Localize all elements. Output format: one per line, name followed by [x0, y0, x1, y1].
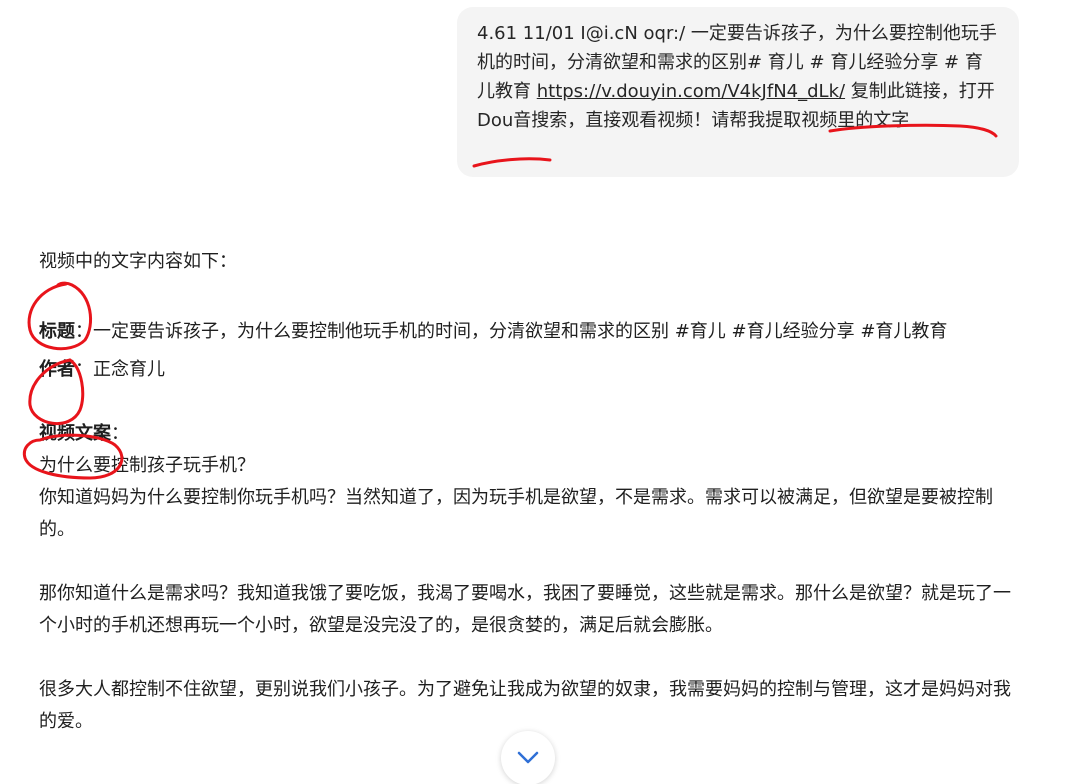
user-message-bubble: 4.61 11/01 I@i.cN oqr:/ 一定要告诉孩子，为什么要控制他玩…: [457, 7, 1019, 177]
script-colon: ：: [111, 423, 129, 444]
user-request-text: 请帮我提取视频里的文字: [711, 110, 910, 131]
script-paragraph: 那你知道什么是需求吗？我知道我饿了要吃饭，我渴了要喝水，我困了要睡觉，这些就是需…: [39, 583, 1011, 636]
author-label: 作者: [39, 359, 75, 380]
chevron-down-icon: [517, 751, 539, 764]
script-line: 为什么要控制孩子玩手机？: [39, 455, 255, 476]
script-paragraph: 很多大人都控制不住欲望，更别说我们小孩子。为了避免让我成为欲望的奴隶，我需要妈妈…: [39, 679, 1011, 732]
title-line: 标题：一定要告诉孩子，为什么要控制他玩手机的时间，分清欲望和需求的区别 #育儿 …: [39, 316, 1024, 348]
scroll-down-button[interactable]: [501, 731, 555, 784]
author-line: 作者：正念育儿: [39, 354, 1024, 386]
title-label: 标题: [39, 321, 75, 342]
script-label: 视频文案: [39, 423, 111, 444]
chat-page: 4.61 11/01 I@i.cN oqr:/ 一定要告诉孩子，为什么要控制他玩…: [0, 0, 1070, 784]
title-value: ：一定要告诉孩子，为什么要控制他玩手机的时间，分清欲望和需求的区别 #育儿 #育…: [75, 321, 948, 342]
assistant-message: 视频中的文字内容如下： 标题：一定要告诉孩子，为什么要控制他玩手机的时间，分清欲…: [39, 246, 1024, 738]
author-value: ：正念育儿: [75, 359, 165, 380]
script-heading: 视频文案：: [39, 418, 1024, 450]
douyin-link[interactable]: https://v.douyin.com/V4kJfN4_dLk/: [537, 81, 845, 102]
script-line: 你知道妈妈为什么要控制你玩手机吗？当然知道了，因为玩手机是欲望，不是需求。需求可…: [39, 487, 993, 540]
assistant-intro: 视频中的文字内容如下：: [39, 251, 237, 272]
